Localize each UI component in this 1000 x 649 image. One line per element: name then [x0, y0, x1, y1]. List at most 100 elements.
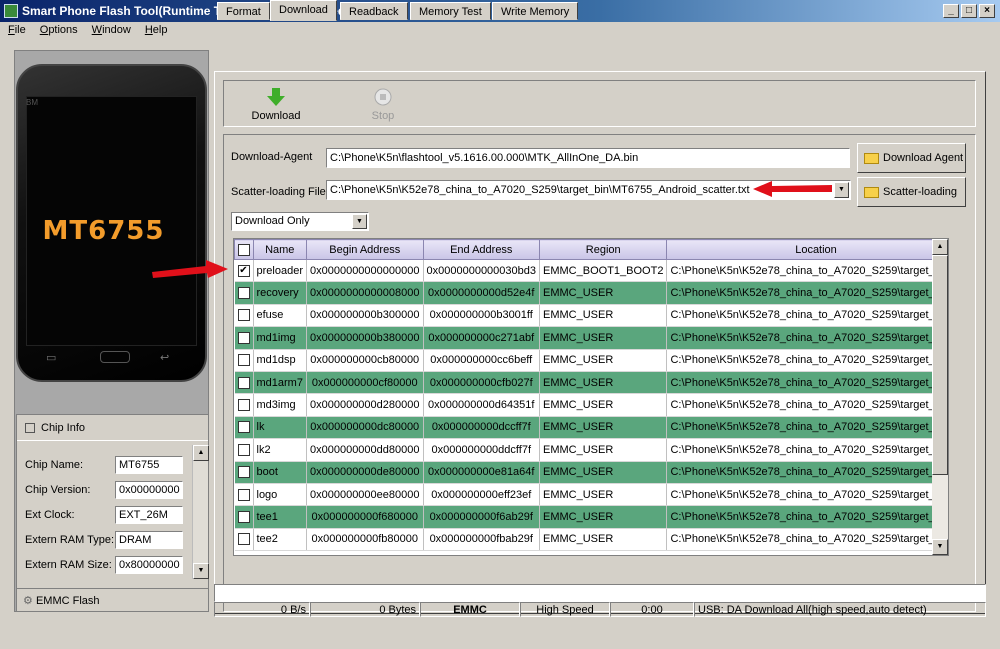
location-cell[interactable]: C:\Phone\K5n\K52e78_china_to_A7020_S259\…	[666, 304, 948, 328]
row-checkbox[interactable]	[234, 393, 254, 417]
scroll-thumb[interactable]	[932, 255, 948, 475]
location-cell[interactable]: C:\Phone\K5n\K52e78_china_to_A7020_S259\…	[666, 259, 948, 283]
column-begin-address[interactable]: Begin Address	[305, 239, 424, 260]
menu-options[interactable]: Options	[32, 22, 84, 36]
status-mode: High Speed	[520, 602, 610, 617]
emmc-flash-label: EMMC Flash	[35, 595, 100, 607]
red-arrow-icon	[753, 181, 832, 197]
folder-icon	[864, 186, 879, 198]
tab-download[interactable]: Download	[270, 0, 337, 21]
chip-info-scrollbar[interactable]: ▲ ▼	[192, 445, 209, 579]
column-location[interactable]: Location	[666, 239, 948, 260]
back-key-icon: ↩	[160, 352, 170, 364]
end-address-cell: 0x000000000b3001ff	[423, 304, 541, 328]
table-row[interactable]: tee2 0x000000000fb80000 0x000000000fbab29f…	[234, 528, 948, 552]
table-row[interactable]: tee1 0x000000000f680000 0x000000000f6ab29f…	[234, 505, 948, 529]
download-button[interactable]: Download	[246, 87, 306, 122]
download-mode-select[interactable]: Download Only ▼	[231, 212, 369, 231]
menu-help[interactable]: Help	[137, 22, 174, 36]
download-mode-value: Download Only	[235, 215, 310, 227]
ext-clock-label: Ext Clock:	[25, 509, 75, 521]
location-cell[interactable]: C:\Phone\K5n\K52e78_china_to_A7020_S259\…	[666, 461, 948, 484]
close-button[interactable]: ×	[979, 4, 995, 18]
table-row[interactable]: md1arm7 0x000000000cf80000 0x000000000cfb0…	[234, 371, 948, 395]
emmc-flash-section[interactable]: ⚙ EMMC Flash	[17, 588, 208, 612]
minimize-button[interactable]: _	[943, 4, 959, 18]
begin-address-cell: 0x000000000dd80000	[306, 438, 424, 462]
chip-name-label: Chip Name:	[25, 459, 84, 471]
scatter-loading-button[interactable]: Scatter-loading	[857, 177, 966, 207]
download-agent-label: Download-Agent	[231, 151, 313, 163]
tab-readback[interactable]: Readback	[340, 2, 408, 20]
chevron-down-icon[interactable]: ▼	[834, 182, 849, 198]
row-checkbox[interactable]	[234, 304, 254, 328]
row-checkbox[interactable]	[234, 416, 254, 440]
status-bar: 0 B/s 0 Bytes EMMC High Speed 0:00 USB: …	[214, 602, 986, 618]
table-row[interactable]: logo 0x000000000ee80000 0x000000000eff23ef…	[234, 483, 948, 507]
tab-write-memory[interactable]: Write Memory	[492, 2, 579, 20]
location-cell[interactable]: C:\Phone\K5n\K52e78_china_to_A7020_S259\…	[666, 505, 948, 529]
column-end-address[interactable]: End Address	[422, 239, 541, 260]
download-agent-field[interactable]: C:\Phone\K5n\flashtool_v5.1616.00.000\MT…	[326, 148, 850, 168]
location-cell[interactable]: C:\Phone\K5n\K52e78_china_to_A7020_S259\…	[666, 371, 948, 395]
table-row[interactable]: md1dsp 0x000000000cb80000 0x000000000cc6be…	[234, 349, 948, 372]
begin-address-cell: 0x000000000cf80000	[306, 371, 424, 395]
location-cell[interactable]: C:\Phone\K5n\K52e78_china_to_A7020_S259\…	[666, 528, 948, 552]
row-checkbox[interactable]	[234, 371, 254, 395]
location-cell[interactable]: C:\Phone\K5n\K52e78_china_to_A7020_S259\…	[666, 438, 948, 462]
location-cell[interactable]: C:\Phone\K5n\K52e78_china_to_A7020_S259\…	[666, 326, 948, 350]
row-checkbox[interactable]	[234, 281, 254, 305]
phone-image: BM MT6755 ▭ ↩	[16, 64, 207, 382]
row-checkbox[interactable]	[234, 505, 254, 529]
row-checkbox[interactable]	[234, 483, 254, 507]
row-checkbox[interactable]	[234, 438, 254, 462]
table-scrollbar[interactable]: ▲ ▼	[932, 239, 948, 555]
chip-name-value: MT6755	[115, 456, 183, 474]
partition-name-cell: recovery	[253, 281, 307, 305]
table-row[interactable]: boot 0x000000000de80000 0x000000000e81a64f…	[234, 461, 948, 484]
location-cell[interactable]: C:\Phone\K5n\K52e78_china_to_A7020_S259\…	[666, 281, 948, 305]
table-row[interactable]: md1img 0x000000000b380000 0x000000000c271a…	[234, 326, 948, 350]
download-agent-button[interactable]: Download Agent	[857, 143, 966, 173]
stop-button[interactable]: Stop	[353, 87, 413, 122]
location-cell[interactable]: C:\Phone\K5n\K52e78_china_to_A7020_S259\…	[666, 393, 948, 417]
chevron-down-icon[interactable]: ▼	[352, 214, 367, 229]
row-checkbox[interactable]	[234, 326, 254, 350]
row-checkbox[interactable]: ✔	[234, 259, 254, 283]
progress-bar	[214, 584, 986, 602]
begin-address-cell: 0x0000000000000000	[306, 259, 424, 283]
tab-memory-test[interactable]: Memory Test	[410, 2, 491, 20]
menu-window[interactable]: Window	[84, 22, 137, 36]
download-arrow-icon	[267, 88, 285, 106]
column-name[interactable]: Name	[252, 239, 307, 260]
table-row[interactable]: lk2 0x000000000dd80000 0x000000000ddcff7f E…	[234, 438, 948, 462]
row-checkbox[interactable]	[234, 528, 254, 552]
table-row[interactable]: ✔ preloader 0x0000000000000000 0x0000000000…	[234, 259, 948, 283]
table-row[interactable]: efuse 0x000000000b300000 0x000000000b3001f…	[234, 304, 948, 328]
table-row[interactable]: lk 0x000000000dc80000 0x000000000dccff7f EM…	[234, 416, 948, 440]
scroll-up-icon[interactable]: ▲	[193, 445, 209, 461]
maximize-button[interactable]: □	[961, 4, 977, 18]
ram-type-label: Extern RAM Type:	[25, 534, 115, 546]
scroll-down-icon[interactable]: ▼	[932, 539, 948, 555]
chip-info-panel: Chip Info Chip Name: MT6755 Chip Version…	[16, 414, 209, 612]
location-cell[interactable]: C:\Phone\K5n\K52e78_china_to_A7020_S259\…	[666, 349, 948, 372]
tab-format[interactable]: Format	[217, 2, 270, 20]
begin-address-cell: 0x000000000fb80000	[306, 528, 424, 552]
location-cell[interactable]: C:\Phone\K5n\K52e78_china_to_A7020_S259\…	[666, 483, 948, 507]
row-checkbox[interactable]	[234, 461, 254, 484]
row-checkbox[interactable]	[234, 349, 254, 372]
location-cell[interactable]: C:\Phone\K5n\K52e78_china_to_A7020_S259\…	[666, 416, 948, 440]
scroll-up-icon[interactable]: ▲	[932, 239, 948, 255]
chip-info-header[interactable]: Chip Info	[17, 415, 208, 441]
menu-bar: File Options Window Help	[0, 22, 1000, 40]
partition-name-cell: md1dsp	[253, 349, 307, 372]
menu-file[interactable]: File	[0, 22, 32, 36]
scroll-down-icon[interactable]: ▼	[193, 563, 209, 579]
table-row[interactable]: recovery 0x0000000000008000 0x0000000000d5…	[234, 281, 948, 305]
chip-info-title: Chip Info	[41, 422, 86, 434]
select-all-checkbox[interactable]	[234, 239, 254, 260]
status-storage: EMMC	[420, 602, 520, 617]
table-row[interactable]: md3img 0x000000000d280000 0x000000000d6435…	[234, 393, 948, 417]
column-region[interactable]: Region	[539, 239, 668, 260]
